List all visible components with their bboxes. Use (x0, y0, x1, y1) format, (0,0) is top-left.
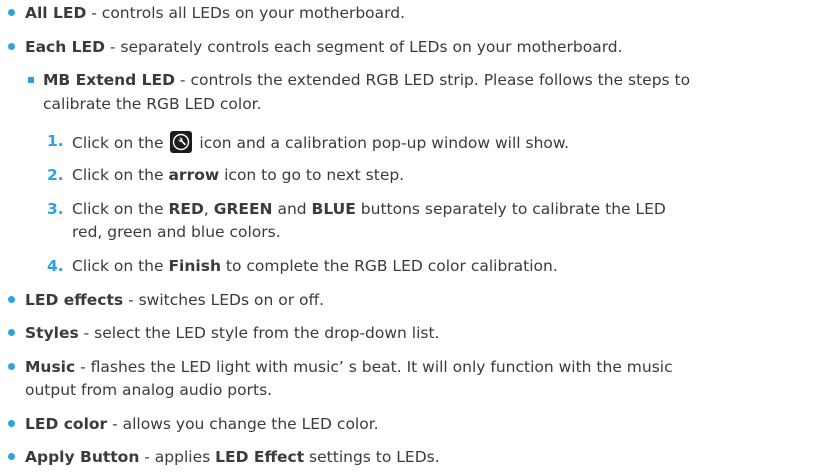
step-number: 1. (47, 132, 64, 150)
bullet-dot (8, 43, 15, 50)
item-desc: - applies (139, 448, 216, 466)
item-title: Styles (25, 324, 79, 342)
step-bold: Finish (168, 257, 221, 275)
sub-item-title: MB Extend LED (43, 71, 175, 89)
step-number: 4. (47, 257, 64, 275)
item-desc: settings to LEDs. (304, 448, 440, 466)
step-text: Click on the (72, 257, 169, 275)
item-title: LED color (25, 415, 108, 433)
step-bold: RED (168, 200, 204, 218)
item-desc: - allows you change the LED color. (107, 415, 379, 433)
step-text: icon and a calibration pop-up window wil… (194, 134, 570, 152)
step-text: Click on the (72, 134, 169, 152)
square-bullet (28, 77, 34, 83)
step-bold: BLUE (311, 200, 356, 218)
wrench-icon (170, 131, 193, 153)
list-item-all-led: All LED - controls all LEDs on your moth… (25, 3, 405, 23)
step-text: , (203, 200, 214, 218)
list-item-apply-button: Apply Button - applies LED Effect settin… (25, 447, 440, 467)
bullet-dot (8, 363, 15, 370)
bullet-dot (8, 296, 15, 303)
item-bold: LED Effect (215, 448, 305, 466)
list-item-led-color: LED color - allows you change the LED co… (25, 414, 379, 434)
item-title: LED effects (25, 291, 124, 309)
list-item-music: Music - flashes the LED light with music… (25, 357, 673, 377)
step-text: to complete the RGB LED color calibratio… (220, 257, 558, 275)
bullet-dot (8, 9, 15, 16)
list-item-styles: Styles - select the LED style from the d… (25, 323, 440, 343)
bullet-dot (8, 329, 15, 336)
list-item-led-effects: LED effects - switches LEDs on or off. (25, 290, 324, 310)
bullet-dot (8, 420, 15, 427)
step-bold: GREEN (213, 200, 273, 218)
item-desc: - controls all LEDs on your motherboard. (86, 4, 406, 22)
list-item-each-led: Each LED - separately controls each segm… (25, 37, 623, 57)
item-desc: - flashes the LED light with music’ s be… (75, 358, 673, 376)
step-bold: arrow (168, 166, 220, 184)
step-text: and (272, 200, 312, 218)
sub-item-desc: - controls the extended RGB LED strip. P… (175, 71, 691, 89)
step-text: icon to go to next step. (219, 166, 405, 184)
step-text: buttons separately to calibrate the LED (355, 200, 666, 218)
step-4: Click on the Finish to complete the RGB … (72, 256, 558, 276)
step-3: Click on the RED, GREEN and BLUE buttons… (72, 199, 666, 219)
item-title: Apply Button (25, 448, 140, 466)
item-desc: - select the LED style from the drop-dow… (78, 324, 440, 342)
sub-item-mb-extend-led: MB Extend LED - controls the extended RG… (43, 70, 690, 90)
step-2: Click on the arrow icon to go to next st… (72, 165, 404, 185)
step-3-cont: red, green and blue colors. (72, 223, 281, 241)
step-number: 2. (47, 166, 64, 184)
item-title: Each LED (25, 38, 105, 56)
step-text: Click on the (72, 166, 169, 184)
item-title: All LED (25, 4, 87, 22)
item-desc: - separately controls each segment of LE… (105, 38, 623, 56)
list-item-music-cont: output from analog audio ports. (25, 381, 273, 399)
step-1: Click on the icon and a calibration pop-… (72, 131, 569, 153)
step-text: Click on the (72, 200, 169, 218)
item-title: Music (25, 358, 76, 376)
step-number: 3. (47, 200, 64, 218)
item-desc: - switches LEDs on or off. (123, 291, 325, 309)
sub-item-desc-cont: calibrate the RGB LED color. (43, 95, 262, 113)
bullet-dot (8, 453, 15, 460)
